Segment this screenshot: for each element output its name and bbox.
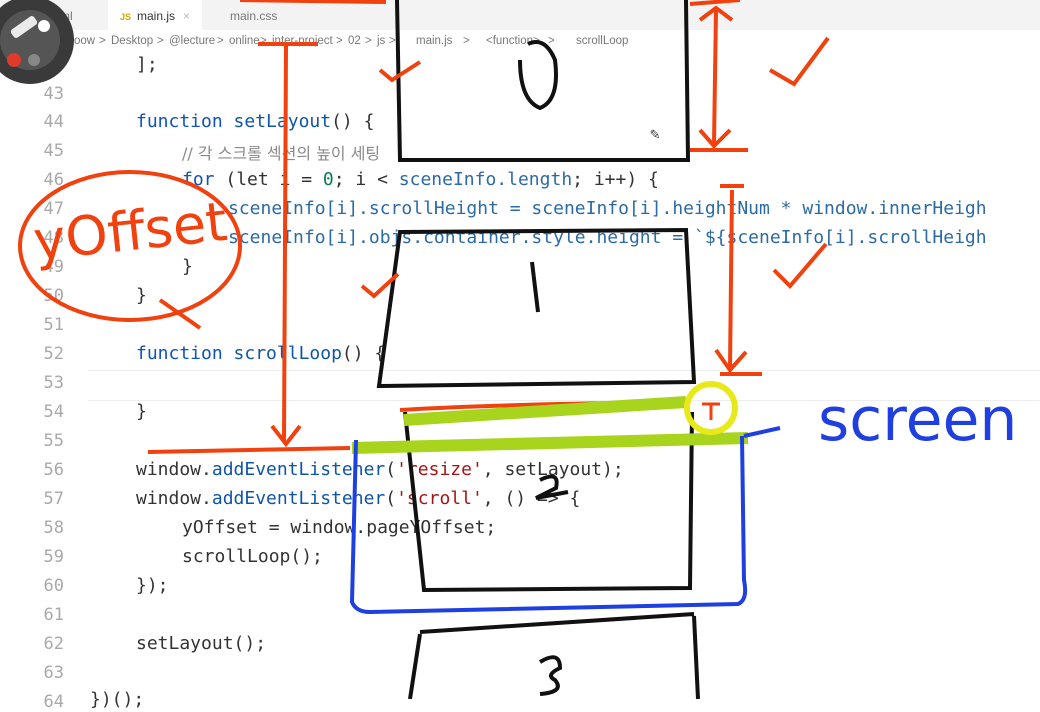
line-number: 60 (43, 576, 64, 596)
breadcrumb-item[interactable]: @lecture (169, 30, 215, 52)
breadcrumb-separator: > (548, 35, 555, 47)
current-line-highlight (88, 370, 1040, 401)
breadcrumb-separator: > (365, 35, 372, 47)
code-line: } (136, 285, 147, 306)
line-number: 55 (43, 431, 64, 451)
breadcrumb-separator: > (260, 35, 267, 47)
line-number: 62 (43, 634, 64, 654)
line-number: 61 (43, 605, 64, 625)
code-line: setLayout(); (136, 633, 267, 654)
line-number: 45 (43, 141, 64, 161)
line-number: 46 (43, 170, 64, 190)
code-text: () { (331, 111, 375, 132)
line-number: 54 (43, 402, 64, 422)
code-text: ]; (136, 54, 158, 75)
line-number: 50 (43, 286, 64, 306)
line-number: 58 (43, 518, 64, 538)
code-line: function scrollLoop() { (136, 343, 385, 364)
function-name: scrollLoop (233, 343, 342, 364)
drawing-tool-widget[interactable] (0, 0, 74, 92)
keyword: function (136, 343, 223, 364)
breadcrumb-item[interactable]: js (377, 30, 385, 52)
code-line: sceneInfo[i].objs.container.style.height… (228, 227, 987, 248)
code-text: , () => { (482, 488, 581, 509)
code-text: () { (341, 343, 386, 364)
property: sceneInfo.length (398, 169, 573, 190)
code-line: }); (136, 575, 169, 596)
line-number: 44 (43, 112, 64, 132)
code-line: scrollLoop(); (182, 546, 323, 567)
line-number: 59 (43, 547, 64, 567)
string-literal: 'scroll' (396, 488, 483, 509)
string-literal: 'resize' (396, 459, 483, 480)
code-text: ; i < (333, 169, 399, 190)
close-icon[interactable]: × (183, 9, 190, 23)
code-line: function setLayout() { (136, 111, 374, 132)
breadcrumb-separator: > (389, 35, 396, 47)
keyword: function (136, 111, 223, 132)
code-line: window.addEventListener('scroll', () => … (136, 488, 580, 509)
js-file-icon: JS (120, 12, 132, 22)
line-number: 64 (43, 692, 64, 712)
code-line: sceneInfo[i].scrollHeight = sceneInfo[i]… (228, 198, 987, 219)
breadcrumb-separator: > (336, 35, 343, 47)
code-line: })(); (90, 689, 145, 710)
tab-label: main.js (137, 9, 176, 23)
line-number: 48 (43, 228, 64, 248)
code-text: window. (136, 459, 212, 480)
breadcrumb: oow > Desktop > @lecture > online > inte… (0, 30, 1040, 52)
code-text: ; i++) { (572, 169, 659, 190)
breadcrumb-item[interactable]: <function> (486, 30, 540, 52)
method-name: addEventListener (211, 459, 386, 480)
breadcrumb-separator: > (217, 35, 224, 47)
code-line: ]; (136, 54, 158, 75)
line-number: 52 (43, 344, 64, 364)
code-text: (let i = (214, 169, 323, 190)
breadcrumb-item[interactable]: online (229, 30, 260, 52)
code-line: for (let i = 0; i < sceneInfo.length; i+… (182, 169, 659, 190)
breadcrumb-item[interactable]: oow (74, 30, 95, 52)
code-text: , setLayout); (482, 459, 624, 480)
breadcrumb-item[interactable]: main.js (416, 30, 452, 52)
keyword: for (182, 169, 215, 190)
code-text: ( (385, 459, 397, 480)
code-line: window.addEventListener('resize', setLay… (136, 459, 624, 480)
line-number: 56 (43, 460, 64, 480)
code-text: ( (385, 488, 397, 509)
breadcrumb-item[interactable]: scrollLoop (576, 30, 628, 52)
code-line: } (182, 256, 193, 277)
editor-tab-bar: ml JSmain.js× main.css (0, 0, 1040, 31)
method-name: addEventListener (211, 488, 386, 509)
code-text: window. (136, 488, 212, 509)
green-bar-top (403, 396, 687, 426)
section-box-1 (376, 227, 697, 389)
line-number: 53 (43, 373, 64, 393)
green-bar-bottom (351, 432, 749, 454)
line-number: 51 (43, 315, 64, 335)
breadcrumb-separator: > (463, 35, 470, 47)
line-number: 63 (43, 663, 64, 683)
tab-main-js[interactable]: JS main.js × (108, 0, 203, 30)
breadcrumb-item[interactable]: 02 (348, 30, 361, 52)
code-comment: // 각 스크롤 섹션의 높이 세팅 (182, 144, 381, 163)
code-line: } (136, 401, 147, 422)
line-number: 49 (43, 257, 64, 277)
function-name: setLayout (233, 111, 332, 132)
tab-main-css[interactable]: main.css (218, 0, 289, 30)
line-number: 47 (43, 199, 64, 219)
breadcrumb-item[interactable]: Desktop (111, 30, 153, 52)
breadcrumb-item[interactable]: inter-project (272, 30, 333, 52)
section-box-3 (408, 612, 700, 699)
breadcrumb-separator: > (99, 35, 106, 47)
pencil-icon[interactable]: ✎ (650, 124, 660, 143)
breadcrumb-separator: > (157, 35, 164, 47)
code-line: yOffset = window.pageYOffset; (182, 517, 497, 538)
number-literal: 0 (322, 169, 334, 190)
tab-label: main.css (230, 9, 278, 23)
line-number: 57 (43, 489, 64, 509)
